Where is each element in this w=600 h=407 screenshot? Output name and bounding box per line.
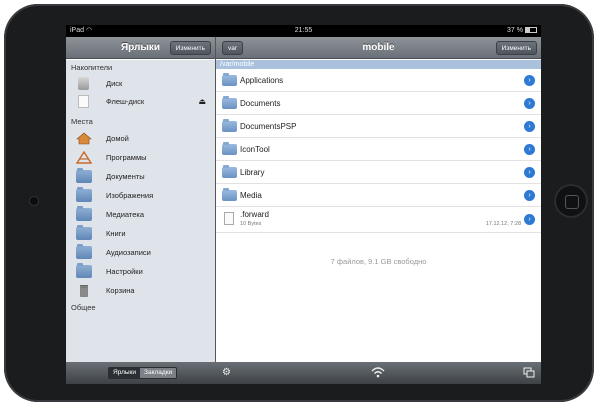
folder-icon (222, 165, 237, 178)
sidebar-item-label: Настройки (106, 267, 143, 276)
sidebar-item-label: Корзина (106, 286, 135, 295)
main-navbar: var mobile Изменить (216, 37, 541, 59)
detail-disclosure-icon[interactable]: › (524, 98, 535, 109)
folder-icon (222, 119, 237, 132)
detail-disclosure-icon[interactable]: › (524, 214, 535, 225)
page-title: mobile (362, 42, 395, 53)
detail-disclosure-icon[interactable]: › (524, 121, 535, 132)
sidebar-item-label: Программы (106, 153, 147, 162)
sidebar-item-label: Книги (106, 229, 126, 238)
file-list: Applications › Documents › DocumentsPSP … (216, 69, 541, 233)
item-date: 17.12.12, 7:28 (485, 221, 521, 227)
disk-icon (78, 77, 89, 90)
sidebar-item-label: Диск (106, 79, 123, 88)
folder-icon (76, 225, 92, 240)
sidebar-item-disk[interactable]: Диск (76, 75, 211, 93)
folder-icon (76, 168, 92, 183)
main-toolbar: ⚙ (216, 362, 541, 384)
sidebar-item-flash[interactable]: Флеш-диск ⏏ (76, 93, 211, 111)
home-button[interactable] (554, 184, 588, 218)
folder-icon (222, 96, 237, 109)
item-name: Applications (240, 76, 284, 85)
item-size: 10 Bytes (240, 221, 262, 227)
sidebar: Накопители Диск Флеш-диск ⏏ Места Домой … (66, 60, 215, 362)
folder-icon (76, 206, 92, 221)
sidebar-tabbar: Ярлыки Закладки (66, 362, 216, 384)
sidebar-item-media[interactable]: Медиатека (76, 206, 211, 224)
list-item[interactable]: DocumentsPSP › (216, 115, 541, 138)
section-places: Места (71, 117, 93, 126)
item-name: IconTool (240, 145, 270, 154)
sidebar-item-trash[interactable]: Корзина (76, 282, 211, 300)
item-name: Documents (240, 99, 281, 108)
sidebar-edit-button[interactable]: Изменить (169, 41, 211, 55)
list-item[interactable]: .forward 10 Bytes 17.12.12, 7:28 › (216, 207, 541, 233)
tab-bookmarks[interactable]: Закладки (140, 368, 177, 378)
home-icon (76, 132, 92, 145)
folder-icon (76, 263, 92, 278)
trash-icon (76, 284, 92, 297)
wifi-icon[interactable] (371, 366, 385, 382)
sidebar-item-label: Домой (106, 134, 129, 143)
sidebar-item-label: Документы (106, 172, 145, 181)
folder-icon (76, 187, 92, 202)
file-icon (224, 212, 234, 225)
sidebar-segmented-control: Ярлыки Закладки (108, 367, 178, 379)
eject-icon[interactable]: ⏏ (198, 97, 206, 106)
sidebar-item-label: Медиатека (106, 210, 145, 219)
sidebar-item-home[interactable]: Домой (76, 130, 211, 148)
camera (30, 197, 38, 205)
section-shared: Общее (71, 303, 96, 312)
list-item[interactable]: Media › (216, 184, 541, 207)
detail-disclosure-icon[interactable]: › (524, 167, 535, 178)
ipad-frame: iPad ◠ 21:55 37 % Ярлыки Изменить var mo… (4, 4, 594, 402)
settings-icon[interactable]: ⚙ (222, 367, 231, 379)
list-item[interactable]: Applications › (216, 69, 541, 92)
section-storage: Накопители (71, 63, 113, 72)
apps-icon (75, 150, 93, 164)
path-bar: /var/mobile (216, 60, 541, 69)
status-time: 21:55 (294, 27, 313, 34)
flash-drive-icon (78, 95, 89, 108)
status-bar: iPad ◠ 21:55 37 % (66, 25, 541, 37)
sidebar-item-label: Аудиозаписи (106, 248, 151, 257)
sidebar-item-apps[interactable]: Программы (75, 149, 211, 167)
sidebar-item-images[interactable]: Изображения (76, 187, 211, 205)
free-space-summary: 7 файлов, 9.1 GB свободно (330, 257, 427, 266)
folder-icon (76, 244, 92, 259)
status-battery: 37 % (507, 25, 537, 37)
sidebar-item-label: Изображения (106, 191, 154, 200)
tab-shortcuts[interactable]: Ярлыки (109, 368, 141, 378)
item-name: DocumentsPSP (240, 122, 297, 131)
folder-icon (222, 188, 237, 201)
battery-icon (525, 27, 537, 34)
sidebar-navbar: Ярлыки Изменить (66, 37, 215, 59)
folder-icon (222, 142, 237, 155)
item-name: Media (240, 191, 262, 200)
list-item[interactable]: Documents › (216, 92, 541, 115)
list-item[interactable]: Library › (216, 161, 541, 184)
sidebar-item-documents[interactable]: Документы (76, 168, 211, 186)
detail-disclosure-icon[interactable]: › (524, 190, 535, 201)
main-edit-button[interactable]: Изменить (495, 41, 537, 55)
sidebar-item-audio[interactable]: Аудиозаписи (76, 244, 211, 262)
item-name: Library (240, 168, 265, 177)
screen: iPad ◠ 21:55 37 % Ярлыки Изменить var mo… (66, 25, 541, 384)
item-name: .forward (240, 210, 269, 219)
detail-disclosure-icon[interactable]: › (524, 75, 535, 86)
sidebar-item-books[interactable]: Книги (76, 225, 211, 243)
sidebar-item-settings[interactable]: Настройки (76, 263, 211, 281)
windows-icon[interactable] (523, 367, 535, 382)
list-item[interactable]: IconTool › (216, 138, 541, 161)
sidebar-item-label: Флеш-диск (106, 97, 145, 106)
detail-disclosure-icon[interactable]: › (524, 144, 535, 155)
folder-icon (222, 73, 237, 86)
